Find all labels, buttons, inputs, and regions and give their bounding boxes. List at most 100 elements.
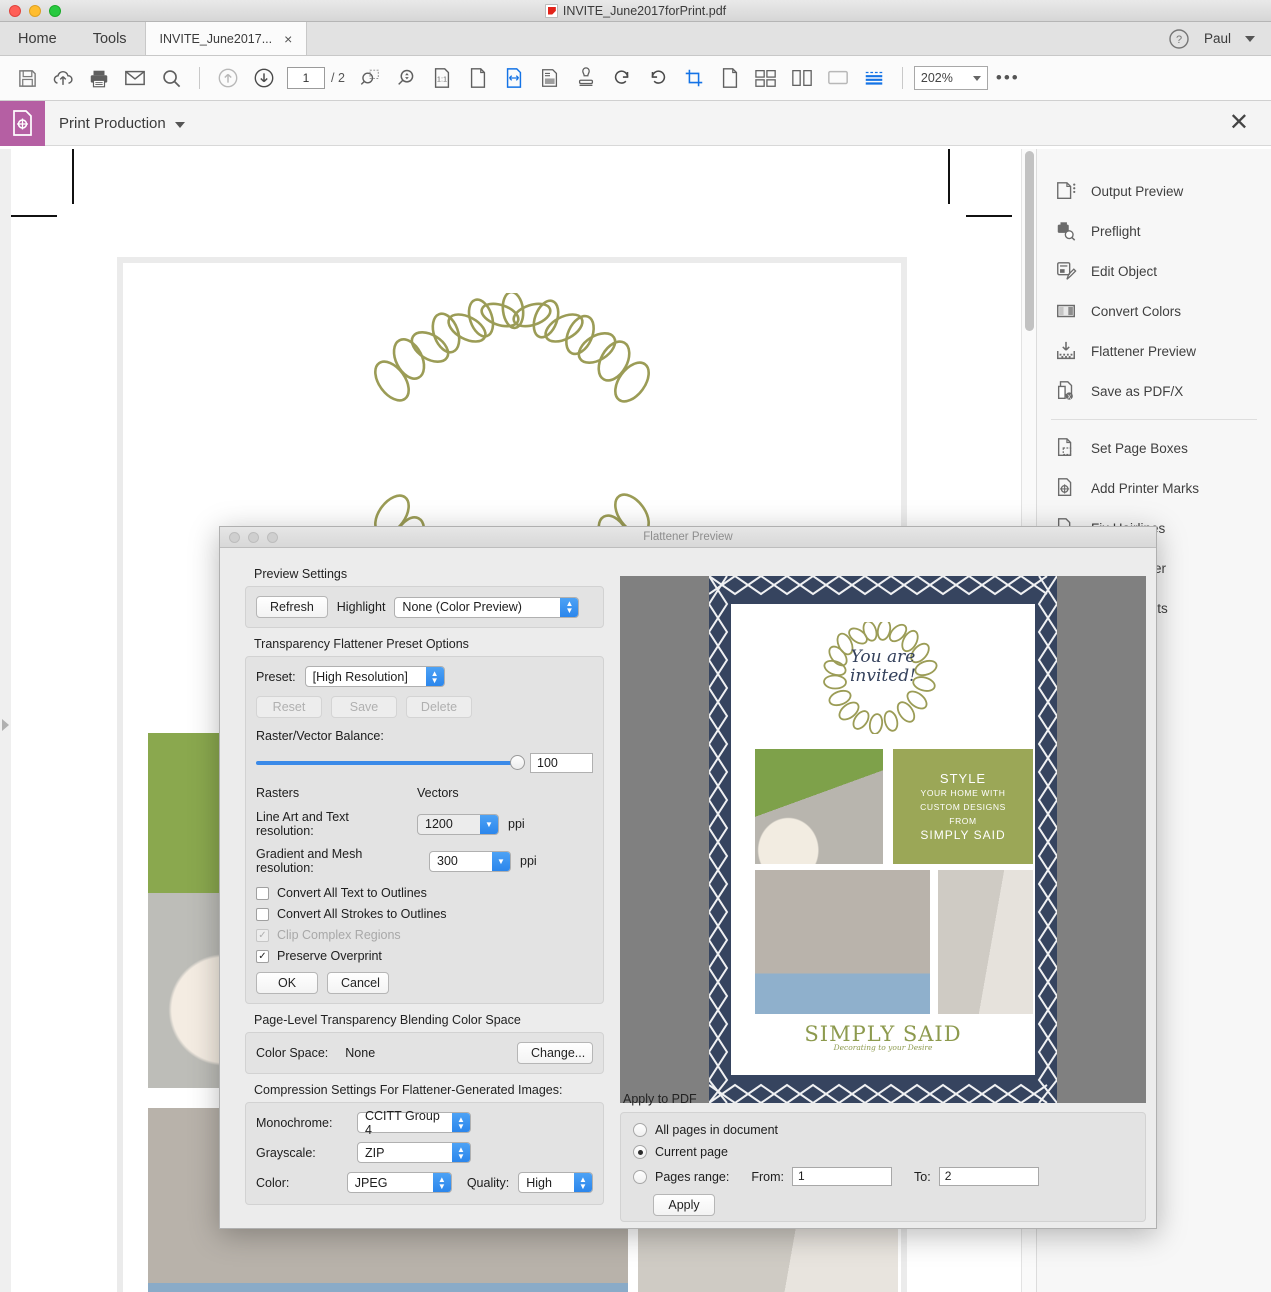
- style-line5: SIMPLY SAID: [920, 827, 1006, 842]
- to-page-input[interactable]: 2: [938, 1167, 1039, 1186]
- color-label: Color:: [256, 1175, 290, 1190]
- more-tools-button[interactable]: •••: [990, 68, 1026, 88]
- crop-pages-icon[interactable]: [677, 61, 711, 95]
- balance-slider-wrap: 100: [256, 753, 593, 773]
- sidebar-item-edit-object[interactable]: Edit Object: [1037, 251, 1271, 291]
- vectors-label: Vectors: [417, 786, 459, 800]
- read-mode-icon[interactable]: [533, 61, 567, 95]
- close-panel-button[interactable]: ✕: [1229, 111, 1249, 135]
- gradient-resolution-label: Gradient and Mesh resolution:: [256, 847, 363, 875]
- save-icon[interactable]: [10, 61, 44, 95]
- help-icon[interactable]: ?: [1168, 28, 1190, 50]
- current-page-radio[interactable]: [633, 1145, 647, 1159]
- quality-select[interactable]: High ▲ ▼: [518, 1172, 593, 1193]
- convert-text-row[interactable]: Convert All Text to Outlines: [256, 886, 593, 900]
- flattener-preview-canvas[interactable]: You are invited! STYLE YOUR HOME WITH CU…: [620, 576, 1146, 1103]
- current-page-row[interactable]: Current page: [633, 1145, 1133, 1159]
- actual-size-icon[interactable]: 1:1: [425, 61, 459, 95]
- sidebar-item-save-as-pdfx[interactable]: X Save as PDF/X: [1037, 371, 1271, 411]
- sidebar-item-preflight[interactable]: Preflight: [1037, 211, 1271, 251]
- balance-label-wrap: Raster/Vector Balance:: [256, 727, 593, 745]
- refresh-button[interactable]: Refresh: [256, 596, 328, 618]
- user-name-label[interactable]: Paul: [1204, 31, 1231, 46]
- chevron-down-icon[interactable]: [174, 121, 185, 128]
- zoom-dynamic-icon[interactable]: [389, 61, 423, 95]
- search-icon[interactable]: [154, 61, 188, 95]
- sidebar-item-set-page-boxes[interactable]: Set Page Boxes: [1037, 428, 1271, 468]
- grayscale-select[interactable]: ZIP ▲ ▼: [357, 1142, 471, 1163]
- window-title: INVITE_June2017forPrint.pdf: [0, 3, 1271, 18]
- reset-button[interactable]: Reset: [256, 696, 322, 718]
- next-page-icon[interactable]: [247, 61, 281, 95]
- raster-vector-balance-slider[interactable]: [256, 755, 525, 770]
- ok-button[interactable]: OK: [256, 972, 318, 994]
- scrollbar-thumb[interactable]: [1025, 151, 1034, 331]
- monochrome-select[interactable]: CCITT Group 4 ▲ ▼: [357, 1109, 471, 1137]
- flattener-preview-dialog[interactable]: Flattener Preview Preview Settings Refre…: [219, 526, 1157, 1229]
- scroll-mode-icon[interactable]: [857, 61, 891, 95]
- print-icon[interactable]: [82, 61, 116, 95]
- pages-range-radio[interactable]: [633, 1169, 647, 1184]
- home-button[interactable]: Home: [0, 22, 75, 55]
- email-icon[interactable]: [118, 61, 152, 95]
- save-preset-button[interactable]: Save: [331, 696, 397, 718]
- sidebar-item-add-printer-marks[interactable]: Add Printer Marks: [1037, 468, 1271, 508]
- chevron-down-icon[interactable]: [1245, 35, 1255, 42]
- zoom-out-icon[interactable]: [353, 61, 387, 95]
- sidebar-item-output-preview[interactable]: Output Preview: [1037, 171, 1271, 211]
- rotate-counterclockwise-icon[interactable]: [641, 61, 675, 95]
- compression-group: Monochrome: CCITT Group 4 ▲ ▼ Grayscale: …: [245, 1102, 604, 1205]
- delete-preset-button[interactable]: Delete: [406, 696, 472, 718]
- highlight-select[interactable]: None (Color Preview) ▲ ▼: [394, 596, 580, 618]
- split-view-icon[interactable]: [749, 61, 783, 95]
- dialog-title: Flattener Preview: [643, 531, 733, 543]
- preserve-overprint-checkbox[interactable]: ✓: [256, 949, 269, 963]
- page-number-input[interactable]: 1: [287, 67, 325, 89]
- convert-strokes-row[interactable]: Convert All Strokes to Outlines: [256, 907, 593, 921]
- rasters-label: Rasters: [256, 786, 300, 800]
- pages-range-row[interactable]: Pages range: From: 1 To: 2: [633, 1167, 1133, 1186]
- all-pages-row[interactable]: All pages in document: [633, 1123, 1133, 1137]
- apply-button[interactable]: Apply: [653, 1194, 715, 1216]
- single-page-icon[interactable]: [713, 61, 747, 95]
- expand-navigation-pane-button[interactable]: [2, 719, 9, 731]
- zoom-level-select[interactable]: 202%: [913, 66, 988, 90]
- document-tab[interactable]: INVITE_June2017... ×: [144, 22, 308, 55]
- slider-knob[interactable]: [510, 755, 525, 770]
- upload-cloud-icon[interactable]: [46, 61, 80, 95]
- change-colorspace-button[interactable]: Change...: [517, 1042, 593, 1064]
- all-pages-radio[interactable]: [633, 1123, 647, 1137]
- cancel-button[interactable]: Cancel: [327, 972, 389, 994]
- preview-settings-group: Refresh Highlight None (Color Preview) ▲…: [245, 586, 604, 628]
- convert-colors-icon: [1055, 300, 1077, 322]
- color-select[interactable]: JPEG ▲ ▼: [346, 1172, 452, 1193]
- sidebar-label: Output Preview: [1091, 183, 1184, 199]
- lineart-resolution-select[interactable]: 1200 ▼: [417, 813, 499, 835]
- grayscale-value: ZIP: [365, 1145, 385, 1160]
- convert-text-checkbox[interactable]: [256, 886, 269, 900]
- sidebar-item-convert-colors[interactable]: Convert Colors: [1037, 291, 1271, 331]
- stamp-icon[interactable]: [569, 61, 603, 95]
- dialog-right-column: You are invited! STYLE YOUR HOME WITH CU…: [620, 548, 1156, 1230]
- fit-page-icon[interactable]: [461, 61, 495, 95]
- dialog-body: Preview Settings Refresh Highlight None …: [220, 548, 1156, 1230]
- preserve-overprint-row[interactable]: ✓ Preserve Overprint: [256, 949, 593, 963]
- lineart-resolution-value: 1200: [425, 817, 453, 831]
- from-page-input[interactable]: 1: [792, 1167, 892, 1186]
- close-icon[interactable]: ×: [284, 31, 292, 47]
- clip-complex-label: Clip Complex Regions: [277, 928, 401, 942]
- fit-width-icon[interactable]: [497, 61, 531, 95]
- rotate-clockwise-icon[interactable]: [605, 61, 639, 95]
- tools-button[interactable]: Tools: [75, 22, 145, 55]
- dialog-titlebar[interactable]: Flattener Preview: [220, 527, 1156, 548]
- gradient-resolution-select[interactable]: 300 ▼: [429, 850, 511, 872]
- two-page-icon[interactable]: [785, 61, 819, 95]
- previous-page-icon[interactable]: [211, 61, 245, 95]
- sidebar-divider: [1051, 419, 1257, 420]
- presentation-icon[interactable]: [821, 61, 855, 95]
- convert-strokes-checkbox[interactable]: [256, 907, 269, 921]
- preset-buttons-row: Reset Save Delete: [256, 696, 593, 718]
- balance-value-input[interactable]: 100: [530, 753, 593, 773]
- sidebar-item-flattener-preview[interactable]: Flattener Preview: [1037, 331, 1271, 371]
- preset-select[interactable]: [High Resolution] ▲ ▼: [304, 666, 445, 687]
